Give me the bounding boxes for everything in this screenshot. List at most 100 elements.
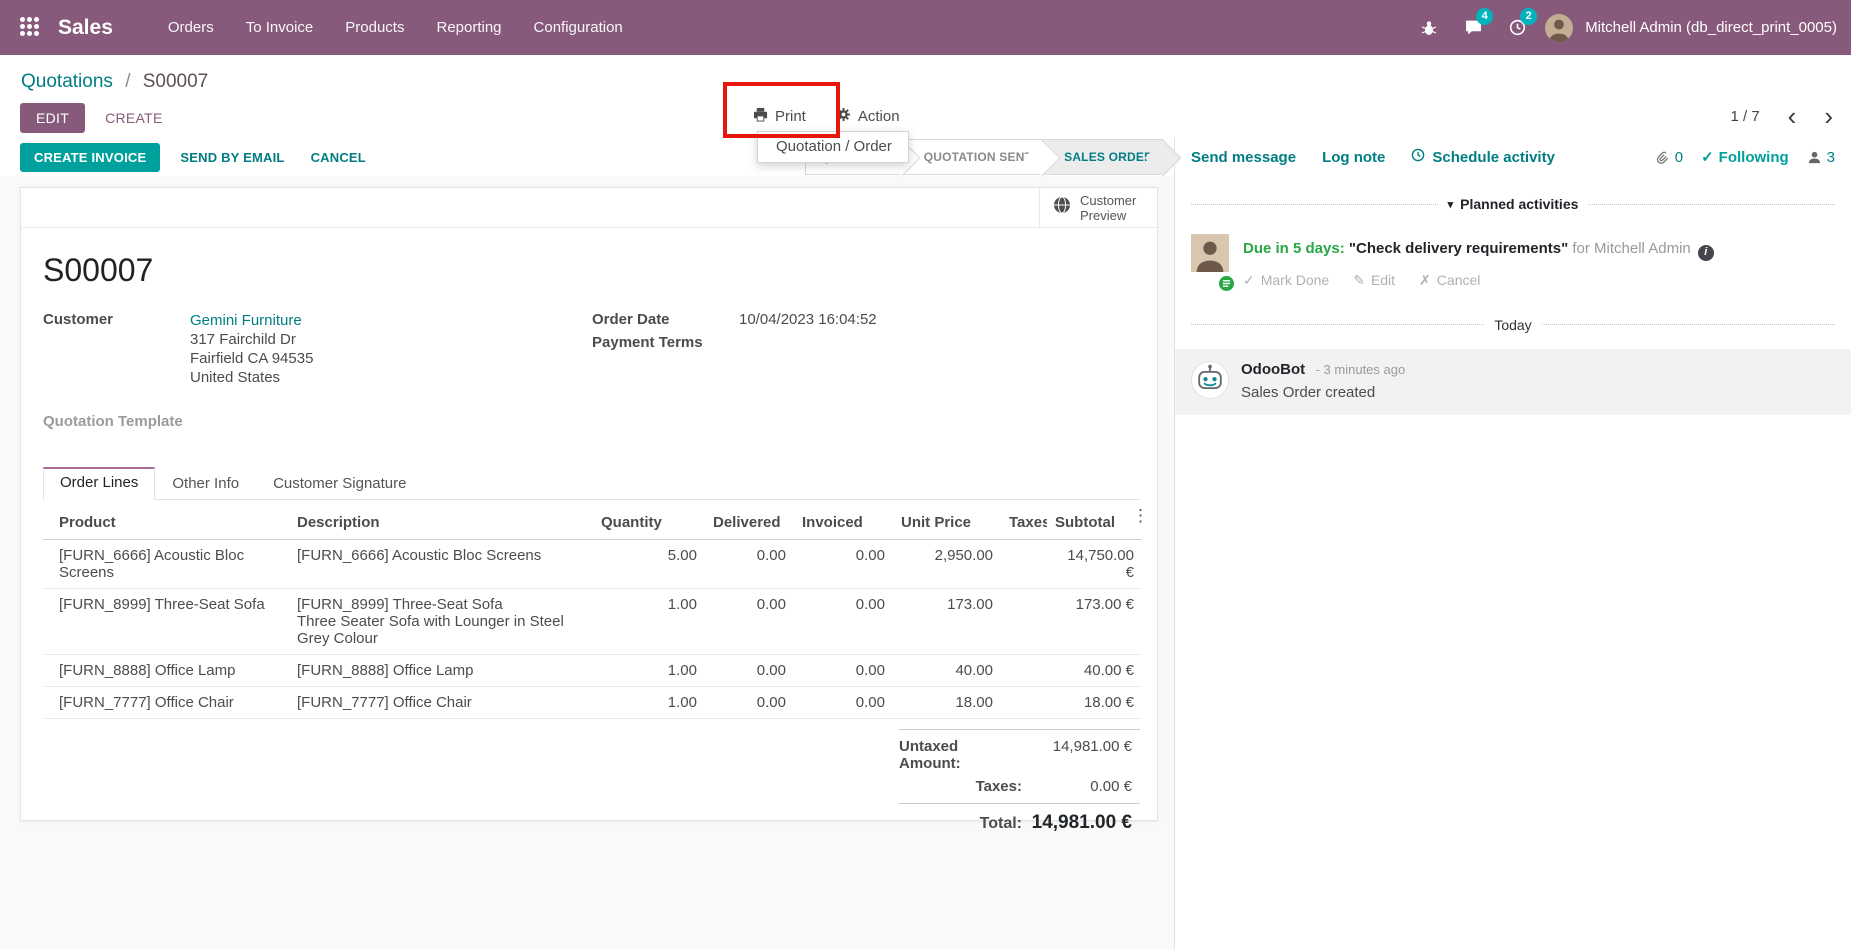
- pencil-icon: ✎: [1353, 271, 1365, 288]
- customer-preview-label: Customer Preview: [1080, 192, 1137, 223]
- column-options-icon[interactable]: ⋮: [1132, 506, 1149, 526]
- cell-quantity[interactable]: 1.00: [593, 588, 705, 655]
- cancel-button[interactable]: CANCEL: [305, 144, 372, 171]
- cell-delivered: 0.00: [705, 539, 794, 589]
- planned-activity-item: Due in 5 days: "Check delivery requireme…: [1175, 212, 1851, 293]
- payment-terms-label: Payment Terms: [592, 334, 703, 351]
- cell-delivered: 0.00: [705, 654, 794, 687]
- totals-block: Untaxed Amount: 14,981.00 € Taxes: 0.00 …: [899, 729, 1140, 837]
- cell-product: [FURN_8888] Office Lamp: [43, 654, 289, 687]
- mark-done-button[interactable]: ✓ Mark Done: [1243, 272, 1329, 289]
- menu-reporting[interactable]: Reporting: [423, 12, 514, 43]
- tab-other-info[interactable]: Other Info: [155, 467, 256, 500]
- header-description[interactable]: Description: [289, 506, 593, 540]
- user-name[interactable]: Mitchell Admin (db_direct_print_0005): [1585, 19, 1837, 36]
- cell-unit-price: 18.00: [893, 686, 1001, 719]
- cell-delivered: 0.00: [705, 686, 794, 719]
- cell-subtotal: 40.00 €: [1047, 654, 1142, 687]
- untaxed-amount-row: Untaxed Amount: 14,981.00 €: [899, 738, 1132, 772]
- document-title: S00007: [43, 252, 154, 288]
- following-toggle[interactable]: ✓ Following: [1701, 148, 1789, 167]
- attachments-button[interactable]: 0: [1655, 149, 1683, 166]
- order-line-row[interactable]: [FURN_6666] Acoustic Bloc Screens [FURN_…: [43, 539, 1142, 589]
- dropdown-item-quotation-order[interactable]: Quotation / Order: [758, 132, 908, 162]
- header-subtotal[interactable]: Subtotal: [1047, 506, 1142, 540]
- header-invoiced[interactable]: Invoiced: [794, 506, 893, 540]
- send-by-email-button[interactable]: SEND BY EMAIL: [174, 144, 290, 171]
- cell-description: [FURN_7777] Office Chair: [289, 686, 593, 719]
- today-divider: Today: [1191, 317, 1836, 333]
- edit-button[interactable]: EDIT: [20, 103, 86, 133]
- activity-type-badge-icon: [1217, 273, 1236, 293]
- cell-taxes: [1001, 686, 1047, 719]
- customer-preview-button[interactable]: Customer Preview: [1039, 188, 1157, 227]
- customer-label: Customer: [43, 311, 114, 328]
- header-unit-price[interactable]: Unit Price: [893, 506, 1001, 540]
- order-date-field: Order Date 10/04/2023 16:04:52: [592, 311, 877, 328]
- cell-quantity: 1.00: [593, 686, 705, 719]
- order-line-row[interactable]: [FURN_8888] Office Lamp [FURN_8888] Offi…: [43, 654, 1142, 687]
- edit-activity-button[interactable]: ✎ Edit: [1353, 272, 1395, 289]
- address-line-2: Fairfield CA 94535: [190, 350, 314, 367]
- send-message-button[interactable]: Send message: [1191, 149, 1296, 166]
- status-step-quotation-sent[interactable]: QUOTATION SENT: [901, 139, 1043, 175]
- cell-description: [FURN_8999] Three-Seat Sofa Three Seater…: [289, 588, 593, 655]
- user-avatar[interactable]: [1545, 13, 1574, 42]
- customer-link[interactable]: Gemini Furniture: [190, 311, 313, 330]
- breadcrumb-separator: /: [125, 71, 131, 92]
- app-name[interactable]: Sales: [58, 16, 113, 40]
- activity-due-date: Due in 5 days:: [1243, 240, 1345, 257]
- messages-icon[interactable]: 4: [1457, 7, 1494, 42]
- activities-badge: 2: [1520, 7, 1538, 25]
- menu-orders[interactable]: Orders: [155, 12, 227, 43]
- log-note-button[interactable]: Log note: [1322, 149, 1385, 166]
- activities-clock-icon[interactable]: 2: [1501, 7, 1538, 42]
- clock-icon: [1411, 148, 1425, 166]
- cell-taxes: [1001, 588, 1047, 655]
- order-line-row[interactable]: [FURN_7777] Office Chair [FURN_7777] Off…: [43, 686, 1142, 719]
- tab-order-lines[interactable]: Order Lines: [43, 467, 156, 500]
- pager-next-button[interactable]: ›: [1824, 103, 1833, 129]
- cancel-activity-button[interactable]: ✗ Cancel: [1419, 272, 1480, 289]
- info-icon[interactable]: i: [1697, 244, 1714, 261]
- menu-to-invoice[interactable]: To Invoice: [233, 12, 327, 43]
- pager: 1 / 7 ‹ ›: [1730, 99, 1833, 133]
- schedule-activity-button[interactable]: Schedule activity: [1411, 148, 1555, 166]
- menu-products[interactable]: Products: [332, 12, 417, 43]
- header-delivered[interactable]: Delivered: [705, 506, 794, 540]
- tab-customer-signature[interactable]: Customer Signature: [256, 467, 423, 500]
- debug-bug-icon[interactable]: [1413, 14, 1445, 42]
- taxes-row: Taxes: 0.00 €: [975, 778, 1132, 795]
- activity-summary: "Check delivery requirements": [1348, 240, 1569, 257]
- top-navbar: Sales Orders To Invoice Products Reporti…: [0, 0, 1851, 55]
- cell-invoiced: 0.00: [794, 654, 893, 687]
- followers-button[interactable]: 3: [1807, 149, 1835, 166]
- header-product[interactable]: Product: [43, 506, 289, 540]
- message-body: Sales Order created: [1241, 383, 1376, 401]
- main-content: CREATE INVOICE SEND BY EMAIL CANCEL QUOT…: [0, 138, 1851, 949]
- breadcrumb-quotations-link[interactable]: Quotations: [21, 71, 113, 92]
- date-fields: Order Date 10/04/2023 16:04:52 Payment T…: [592, 311, 877, 387]
- cell-taxes: [1001, 539, 1047, 589]
- menu-configuration[interactable]: Configuration: [521, 12, 636, 43]
- form-button-box: Customer Preview: [21, 188, 1157, 228]
- pager-previous-button[interactable]: ‹: [1788, 103, 1797, 129]
- header-quantity[interactable]: Quantity: [593, 506, 705, 540]
- apps-menu-icon[interactable]: [20, 16, 42, 39]
- cell-delivered[interactable]: 0.00: [705, 588, 794, 655]
- header-taxes[interactable]: Taxes: [1001, 506, 1047, 540]
- planned-activities-toggle[interactable]: ▾ Planned activities: [1448, 196, 1579, 212]
- create-button[interactable]: CREATE: [97, 104, 171, 132]
- order-date-label: Order Date: [592, 311, 670, 328]
- print-button[interactable]: Print: [753, 107, 806, 126]
- form-body: S00007 Customer Gemini Furniture 317 Fai…: [21, 252, 1157, 837]
- action-button[interactable]: Action: [836, 107, 900, 126]
- cell-subtotal: 173.00 €: [1047, 588, 1142, 655]
- message-header: OdooBot - 3 minutes ago: [1241, 361, 1405, 379]
- order-line-row[interactable]: [FURN_8999] Three-Seat Sofa [FURN_8999] …: [43, 588, 1142, 655]
- create-invoice-button[interactable]: CREATE INVOICE: [20, 142, 161, 172]
- payment-terms-field: Payment Terms: [592, 334, 877, 351]
- cell-invoiced[interactable]: 0.00: [794, 588, 893, 655]
- table-header-row: Product Description Quantity Delivered I…: [43, 506, 1142, 540]
- planned-activities-divider: ▾ Planned activities: [1191, 196, 1835, 212]
